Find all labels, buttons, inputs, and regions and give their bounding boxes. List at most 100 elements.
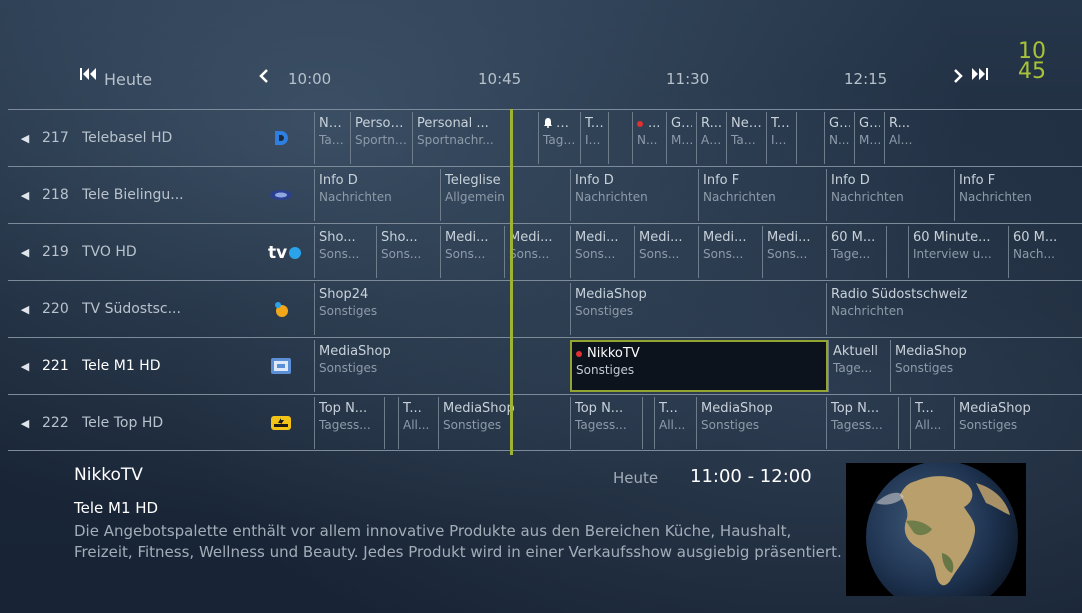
channel-info[interactable]: ◀ 220 TV Südostsc...: [8, 281, 314, 337]
program-title: MediaShop: [575, 287, 647, 302]
program-cell[interactable]: New... Tage...: [726, 112, 766, 164]
channel-row: ◀ 217 Telebasel HD New... Tage... Person.…: [8, 109, 1082, 166]
program-genre: All...: [403, 418, 430, 432]
program-cell[interactable]: Shop24 Sonstiges: [314, 283, 570, 335]
program-cell[interactable]: MediaShop Sonstiges: [570, 283, 826, 335]
skip-forward-icon[interactable]: [970, 66, 988, 85]
program-genre: Tagess...: [575, 418, 627, 432]
program-cell[interactable]: T... All...: [654, 397, 696, 449]
program-cell[interactable]: Medi... Sons...: [634, 226, 698, 278]
chevron-left-icon[interactable]: ◀: [8, 303, 42, 316]
program-cell[interactable]: Sho... Sons...: [314, 226, 376, 278]
program-cell[interactable]: [796, 112, 824, 164]
program-cell[interactable]: Info D Nachrichten: [826, 169, 954, 221]
program-cell[interactable]: Medi... Sons...: [762, 226, 826, 278]
tvsudostschweiz-logo-icon: [268, 298, 294, 320]
channel-info[interactable]: ◀ 221 Tele M1 HD: [8, 338, 314, 394]
chevron-left-icon[interactable]: [259, 68, 268, 87]
program-cell[interactable]: Talk Int...: [766, 112, 796, 164]
program-genre: All...: [889, 133, 914, 147]
program-cell[interactable]: [608, 112, 632, 164]
channel-info[interactable]: ◀ 217 Telebasel HD: [8, 110, 314, 166]
program-title: Info F: [703, 173, 740, 188]
channel-info[interactable]: ◀ 219 TVO HD tv: [8, 224, 314, 280]
program-title: ...: [637, 115, 662, 132]
program-title: T...: [915, 401, 934, 416]
program-cell-selected[interactable]: NikkoTV Sonstiges: [570, 340, 828, 392]
program-title: 60 M...: [831, 230, 876, 245]
program-cell[interactable]: Personal ... Sportnachr...: [412, 112, 538, 164]
channel-name: Tele Top HD: [82, 415, 164, 431]
program-cell[interactable]: G... M...: [854, 112, 884, 164]
chevron-left-icon[interactable]: ◀: [8, 360, 42, 373]
program-cell[interactable]: Info F Nachrichten: [698, 169, 826, 221]
program-cell[interactable]: MediaShop Sonstiges: [438, 397, 570, 449]
chevron-left-icon[interactable]: ◀: [8, 132, 42, 145]
program-cell[interactable]: Info D Nachrichten: [314, 169, 440, 221]
program-cell[interactable]: 60 M... Nach...: [1008, 226, 1074, 278]
program-title: 60 Minute...: [913, 230, 991, 245]
program-cell[interactable]: [898, 397, 910, 449]
program-genre: Sons...: [509, 247, 550, 261]
program-cells: Top N... Tagess... T... All... MediaShop So…: [314, 395, 1082, 451]
program-cell[interactable]: R... All...: [884, 112, 918, 164]
program-cell[interactable]: Top N... Tagess...: [570, 397, 642, 449]
program-cell[interactable]: Person... Sportna...: [350, 112, 412, 164]
program-channel: Tele M1 HD: [74, 499, 159, 517]
program-cell[interactable]: G... M...: [666, 112, 696, 164]
program-title-text: ...: [648, 116, 661, 131]
program-cell[interactable]: N...Tage...: [538, 112, 580, 164]
recording-dot-icon: [637, 120, 643, 127]
program-cell[interactable]: [384, 397, 398, 449]
program-cell[interactable]: R... All...: [696, 112, 726, 164]
program-cell[interactable]: MediaShop Sonstiges: [890, 340, 1074, 392]
program-cell[interactable]: Top N... Tagess...: [314, 397, 384, 449]
program-cell[interactable]: Teleglise Allgemein: [440, 169, 570, 221]
channel-name: TVO HD: [82, 244, 137, 260]
chevron-left-icon[interactable]: ◀: [8, 189, 42, 202]
program-title: MediaShop: [319, 344, 391, 359]
program-cell[interactable]: Talk Int...: [580, 112, 608, 164]
program-title: N...: [543, 115, 576, 132]
timeline-header: Heute 10:00 10:45 11:30 12:15 10 45: [0, 0, 1082, 110]
program-cell[interactable]: Medi... Sons...: [504, 226, 570, 278]
chevron-left-icon[interactable]: ◀: [8, 246, 42, 259]
program-genre: Sonstiges: [959, 418, 1018, 432]
program-title: New...: [319, 116, 346, 131]
program-cell[interactable]: MediaShop Sonstiges: [954, 397, 1074, 449]
program-cell[interactable]: T... All...: [398, 397, 438, 449]
program-cell[interactable]: Top N... Tagess...: [826, 397, 898, 449]
program-cell[interactable]: Medi... Sons...: [440, 226, 504, 278]
program-title: G...: [671, 116, 692, 131]
program-title: Info D: [319, 173, 358, 188]
program-cell[interactable]: ... N...: [632, 112, 666, 164]
program-cell[interactable]: MediaShop Sonstiges: [696, 397, 826, 449]
program-cell[interactable]: 60 M... Tage...: [826, 226, 886, 278]
program-cell[interactable]: Info D Nachrichten: [570, 169, 698, 221]
program-genre: Nachrichten: [703, 190, 776, 204]
channel-info[interactable]: ◀ 218 Tele Bielingu...: [8, 167, 314, 223]
chevron-right-icon[interactable]: [954, 68, 963, 87]
chevron-left-icon[interactable]: ◀: [8, 417, 42, 430]
program-cell[interactable]: T... All...: [910, 397, 954, 449]
program-cell[interactable]: MediaShop Sonstiges: [314, 340, 570, 392]
program-cell[interactable]: Info F Nachrichten: [954, 169, 1064, 221]
program-cell[interactable]: Medi... Sons...: [570, 226, 634, 278]
program-cell[interactable]: New... Tage...: [314, 112, 350, 164]
program-genre: Tagess...: [319, 418, 371, 432]
program-cell[interactable]: Aktuell Tage...: [828, 340, 890, 392]
program-cell[interactable]: Gl... N...: [824, 112, 854, 164]
program-cell[interactable]: [886, 226, 908, 278]
program-cell[interactable]: Medi... Sons...: [698, 226, 762, 278]
channel-info[interactable]: ◀ 222 Tele Top HD: [8, 395, 314, 451]
program-cell[interactable]: 60 Minute... Interview u...: [908, 226, 1008, 278]
skip-back-icon[interactable]: [80, 66, 98, 85]
program-genre: Nachrichten: [575, 190, 648, 204]
program-cell[interactable]: Sho... Sons...: [376, 226, 440, 278]
program-genre: Sportna...: [355, 133, 408, 147]
clock-minute: 45: [1018, 59, 1046, 84]
program-title: NikkoTV: [74, 465, 143, 485]
program-cell[interactable]: [642, 397, 654, 449]
program-genre: Nachrichten: [831, 304, 904, 318]
program-cell[interactable]: Radio Südostschweiz Nachrichten: [826, 283, 1076, 335]
